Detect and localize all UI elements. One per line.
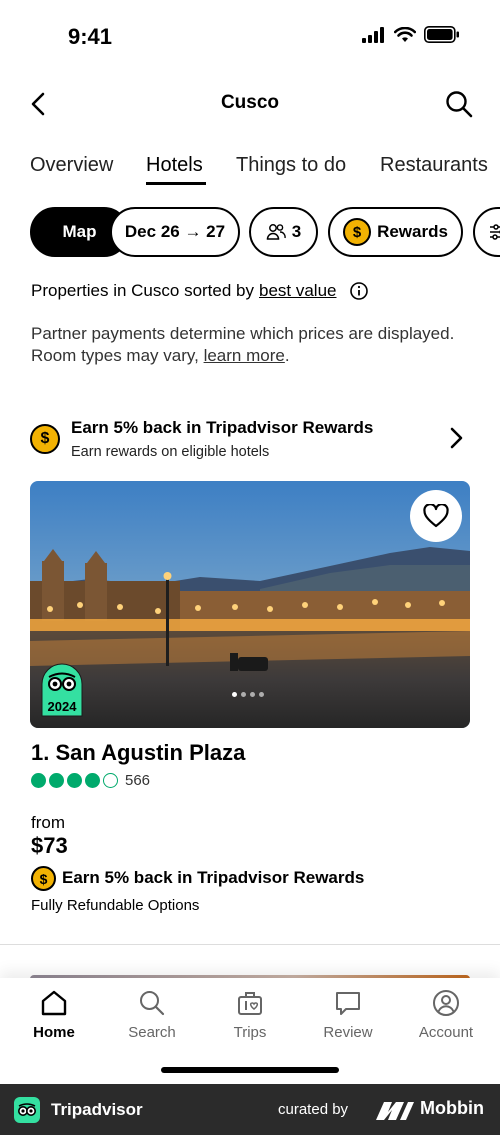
nav-review[interactable]: Review [303,988,393,1041]
dates-chip-label: Dec 26 → 27 [124,222,226,241]
hotel-rewards-text: Earn 5% back in Tripadvisor Rewards [62,868,365,887]
nav-account[interactable]: Account [401,988,491,1041]
review-count[interactable]: 566 [125,772,150,789]
guests-chip[interactable]: 3 [249,207,318,257]
heart-icon [423,504,449,528]
search-icon[interactable] [444,89,474,119]
cellular-signal-icon [362,26,384,43]
sort-description: Properties in Cusco sorted by best value [31,281,369,301]
sort-prefix: Properties in Cusco sorted by [31,281,254,300]
home-icon [41,990,67,1016]
attribution-footer: Tripadvisor curated by Mobbin [0,1084,500,1135]
tab-things-to-do[interactable]: Things to do [236,154,346,177]
battery-icon [424,26,459,43]
price-from-label: from [31,813,65,832]
save-hotel-button[interactable] [410,490,462,542]
status-bar: 9:41 [0,0,500,70]
guests-icon [266,224,286,240]
learn-more-link[interactable]: learn more [204,346,285,365]
filter-sliders-icon [490,224,500,240]
mobbin-logo-icon [376,1102,414,1120]
wifi-icon [394,26,416,42]
partner-disclaimer: Partner payments determine which prices … [31,323,471,367]
rating-bubble-filled [67,773,82,788]
hotel-photo-image [30,481,470,728]
footer-curated-by: curated by [278,1101,349,1118]
nav-home[interactable]: Home [9,988,99,1041]
search-icon [140,991,165,1016]
more-filters-chip[interactable] [473,207,500,257]
nav-home-label: Home [33,1024,75,1041]
rewards-banner[interactable]: $ Earn 5% back in Tripadvisor Rewards Ea… [30,410,470,466]
hotel-price: $73 [31,833,68,858]
account-icon [433,990,459,1016]
guests-chip-count: 3 [291,222,302,241]
rewards-coin-icon: $ [30,424,60,454]
chevron-right-icon [450,427,463,449]
status-time: 9:41 [68,24,113,49]
disclaimer-suffix: . [284,346,290,365]
rating-bubbles: 566 [31,772,150,789]
nav-account-label: Account [418,1024,474,1041]
hotel-name[interactable]: 1. San Agustin Plaza [31,740,245,766]
pagination-dot-active [232,692,237,697]
divider [0,944,500,945]
dates-chip[interactable]: Dec 26 → 27 [110,207,240,257]
top-bar: Cusco [0,82,500,126]
map-chip-label: Map [62,222,97,241]
active-tab-indicator [146,182,206,185]
nav-trips[interactable]: Trips [205,988,295,1041]
tripadvisor-logo-icon [14,1097,40,1123]
page-title: Cusco [220,92,280,113]
tab-restaurants[interactable]: Restaurants [380,154,488,177]
tab-hotels[interactable]: Hotels [146,154,203,177]
review-icon [336,992,360,1015]
rewards-coin-icon: $ [31,866,56,891]
nav-review-label: Review [323,1024,373,1041]
footer-brand: Tripadvisor [51,1100,143,1119]
award-year: 2024 [47,699,77,714]
rewards-banner-subtitle: Earn rewards on eligible hotels [71,444,270,460]
travelers-choice-badge: 2024 [40,662,84,718]
rewards-banner-title: Earn 5% back in Tripadvisor Rewards [71,418,374,437]
rewards-coin-icon: $ [343,218,372,246]
rating-bubble-filled [31,773,46,788]
status-icons [362,26,460,43]
photo-pagination [232,692,264,697]
rating-bubble-filled [49,773,64,788]
home-indicator [161,1067,339,1073]
footer-mobbin: Mobbin [420,1098,484,1118]
nav-search-label: Search [128,1024,176,1041]
pagination-dot [241,692,246,697]
info-icon[interactable] [349,281,369,301]
pagination-dot [259,692,264,697]
sort-best-value-link[interactable]: best value [259,281,337,301]
trips-icon [238,992,262,1015]
rating-bubble-empty [103,773,118,788]
tab-overview[interactable]: Overview [30,154,113,177]
filter-chips: Map Dec 26 → 27 3 $ Rewards [30,207,500,259]
rating-bubble-filled [85,773,100,788]
refund-options: Fully Refundable Options [31,897,200,914]
rewards-chip-label: Rewards [377,222,448,241]
pagination-dot [250,692,255,697]
nav-search[interactable]: Search [107,988,197,1041]
nav-trips-label: Trips [233,1024,267,1041]
rewards-chip[interactable]: $ Rewards [328,207,463,257]
hotel-photo[interactable] [30,481,470,728]
